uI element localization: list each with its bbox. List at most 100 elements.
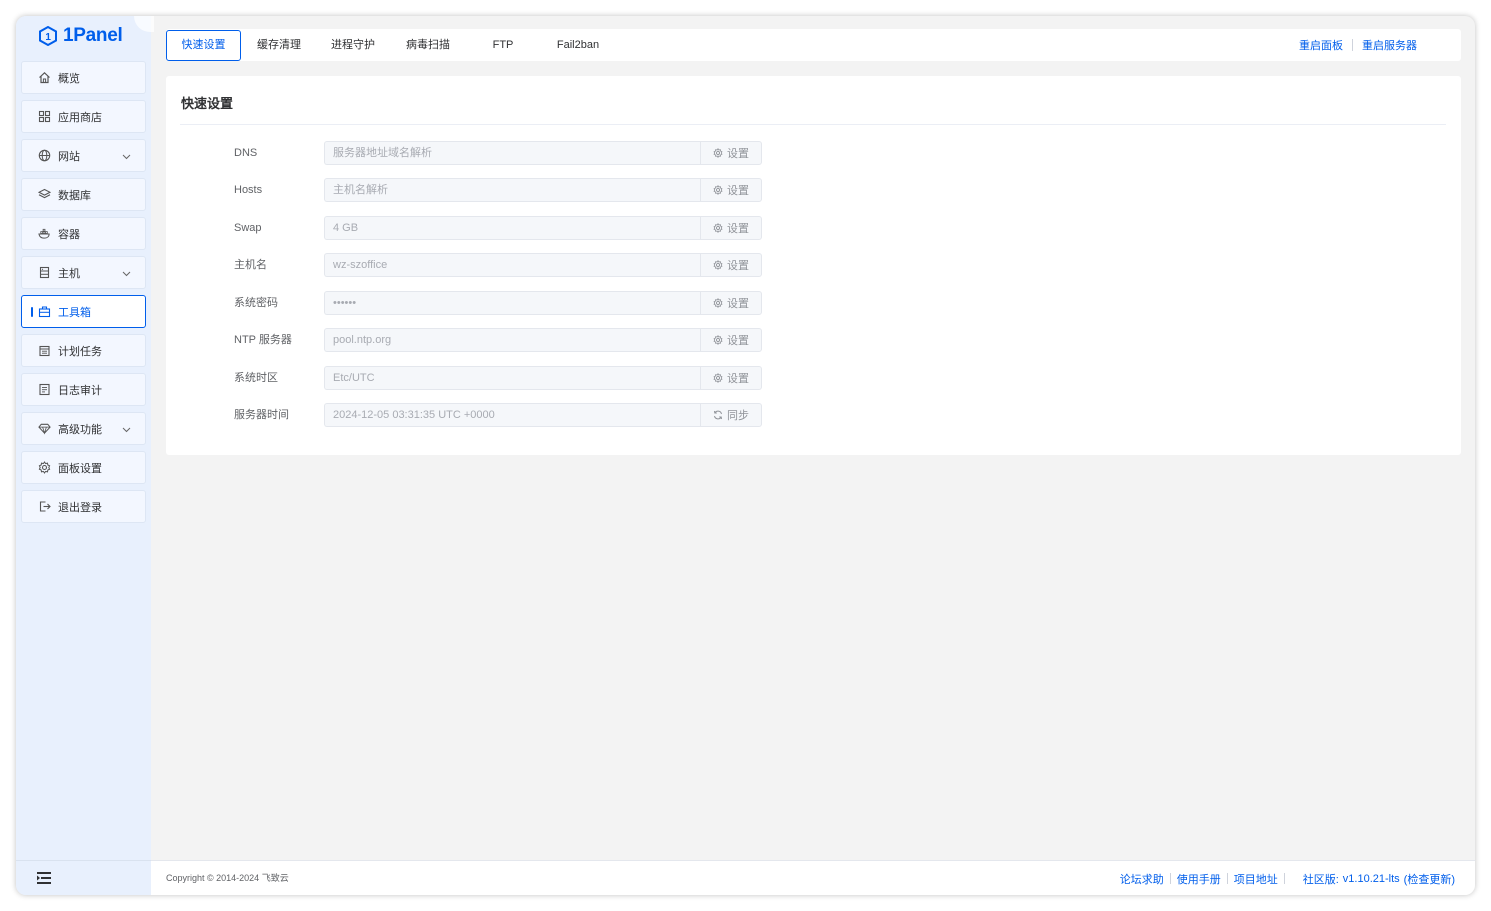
collapse-menu-icon[interactable] [37, 872, 51, 887]
sidebar-item-label: 工具箱 [58, 306, 91, 319]
setting-button-label: 设置 [727, 260, 749, 272]
setting-label: DNS [234, 147, 258, 159]
setting-value-field: 2024-12-05 03:31:35 UTC +0000 [324, 403, 700, 427]
setting-action-button[interactable]: 设置 [700, 178, 762, 202]
app-logo[interactable]: 1 1Panel [38, 24, 123, 48]
setting-value-field: wz-szoffice [324, 253, 700, 277]
sidebar-item-0[interactable]: 概览 [21, 61, 146, 94]
setting-value-field: pool.ntp.org [324, 328, 700, 352]
sidebar-item-3[interactable]: 数据库 [21, 178, 146, 211]
tab-cache-clean[interactable]: 缓存清理 [243, 30, 315, 61]
setting-value-field: 4 GB [324, 216, 700, 240]
setting-action-button[interactable]: 设置 [700, 328, 762, 352]
sidebar-item-label: 容器 [58, 228, 80, 241]
restart-panel-link[interactable]: 重启面板 [1299, 37, 1343, 53]
setting-button-label: 设置 [727, 148, 749, 160]
sidebar-item-label: 计划任务 [58, 345, 102, 358]
setting-button-label: 设置 [727, 335, 749, 347]
tab-virus-scan[interactable]: 病毒扫描 [392, 30, 464, 61]
gear-icon [713, 148, 723, 158]
sidebar-item-7[interactable]: 计划任务 [21, 334, 146, 367]
setting-button-label: 设置 [727, 373, 749, 385]
gear-icon [38, 461, 51, 474]
setting-action-button[interactable]: 设置 [700, 141, 762, 165]
setting-label: Hosts [234, 184, 263, 196]
sidebar-item-2[interactable]: 网站 [21, 139, 146, 172]
setting-action-button[interactable]: 设置 [700, 366, 762, 390]
sidebar-item-10[interactable]: 面板设置 [21, 451, 146, 484]
sidebar-item-label: 退出登录 [58, 501, 102, 514]
sidebar: 1 1Panel 概览应用商店网站数据库容器主机工具箱计划任务日志审计高级功能面… [16, 16, 154, 895]
layers-icon [38, 188, 51, 201]
setting-button-label: 设置 [727, 185, 749, 197]
sidebar-item-label: 概览 [58, 72, 80, 85]
restart-server-link[interactable]: 重启服务器 [1362, 37, 1417, 53]
logout-icon [38, 500, 51, 513]
top-actions: 重启面板 重启服务器 [1299, 29, 1417, 61]
app-window: 1 1Panel 概览应用商店网站数据库容器主机工具箱计划任务日志审计高级功能面… [16, 16, 1475, 895]
sidebar-item-label: 网站 [58, 150, 80, 163]
setting-label: 主机名 [234, 259, 267, 271]
setting-value-field: •••••• [324, 291, 700, 315]
setting-label: 系统时区 [234, 372, 278, 384]
setting-action-button[interactable]: 同步 [700, 403, 762, 427]
sidebar-item-label: 高级功能 [58, 423, 102, 436]
setting-button-label: 同步 [727, 410, 749, 422]
sidebar-item-label: 主机 [58, 267, 80, 280]
quick-settings-card: 快速设置 DNS 服务器地址域名解析 设置 Hosts 主机名解析 设置 Swap 4 GB 设… [166, 76, 1461, 455]
sidebar-item-label: 数据库 [58, 189, 91, 202]
tab-supervisor[interactable]: 进程守护 [317, 30, 389, 61]
setting-label: NTP 服务器 [234, 334, 292, 346]
grid-icon [38, 110, 51, 123]
project-link[interactable]: 项目地址 [1234, 871, 1278, 887]
chevron-down-icon [122, 268, 131, 280]
setting-button-label: 设置 [727, 298, 749, 310]
divider [1169, 873, 1171, 884]
edition-label: 社区版: [1302, 873, 1339, 886]
divider [1283, 873, 1285, 884]
divider [180, 124, 1446, 125]
sidebar-footer [16, 860, 151, 895]
tab-quick-settings[interactable]: 快速设置 [166, 30, 241, 61]
tab-fail2ban[interactable]: Fail2ban [542, 30, 614, 61]
divider [1226, 873, 1228, 884]
gear-icon [713, 298, 723, 308]
home-icon [38, 71, 51, 84]
sidebar-item-4[interactable]: 容器 [21, 217, 146, 250]
logo-hexagon-icon: 1 [38, 25, 58, 47]
log-icon [38, 383, 51, 396]
gear-icon [713, 185, 723, 195]
logo-text: 1Panel [63, 25, 123, 46]
setting-value-field: Etc/UTC [324, 366, 700, 390]
sidebar-item-11[interactable]: 退出登录 [21, 490, 146, 523]
gear-icon [713, 260, 723, 270]
docker-icon [38, 227, 51, 240]
gear-icon [713, 223, 723, 233]
setting-label: 系统密码 [234, 297, 278, 309]
check-update-link[interactable]: (检查更新) [1404, 871, 1455, 887]
setting-value-field: 服务器地址域名解析 [324, 141, 700, 165]
forum-link[interactable]: 论坛求助 [1120, 871, 1164, 887]
version-text: v1.10.21-lts [1342, 872, 1400, 885]
sidebar-item-9[interactable]: 高级功能 [21, 412, 146, 445]
page-footer: Copyright © 2014-2024 飞致云 论坛求助 使用手册 项目地址… [151, 860, 1475, 895]
divider [1352, 39, 1353, 51]
setting-button-label: 设置 [727, 223, 749, 235]
chevron-down-icon [122, 424, 131, 436]
sidebar-item-8[interactable]: 日志审计 [21, 373, 146, 406]
sidebar-item-label: 应用商店 [58, 111, 102, 124]
sidebar-menu: 概览应用商店网站数据库容器主机工具箱计划任务日志审计高级功能面板设置退出登录 [21, 61, 146, 529]
setting-label: 服务器时间 [234, 409, 289, 421]
setting-action-button[interactable]: 设置 [700, 216, 762, 240]
sidebar-item-6[interactable]: 工具箱 [21, 295, 146, 328]
gear-icon [713, 335, 723, 345]
sidebar-item-1[interactable]: 应用商店 [21, 100, 146, 133]
globe-icon [38, 149, 51, 162]
setting-action-button[interactable]: 设置 [700, 253, 762, 277]
sidebar-item-5[interactable]: 主机 [21, 256, 146, 289]
toolbox-tabbar: 快速设置 缓存清理 进程守护 病毒扫描 FTP Fail2ban 重启面板 重启… [166, 29, 1461, 61]
tab-ftp[interactable]: FTP [467, 30, 539, 61]
setting-action-button[interactable]: 设置 [700, 291, 762, 315]
manual-link[interactable]: 使用手册 [1177, 871, 1221, 887]
sync-icon [713, 410, 723, 420]
